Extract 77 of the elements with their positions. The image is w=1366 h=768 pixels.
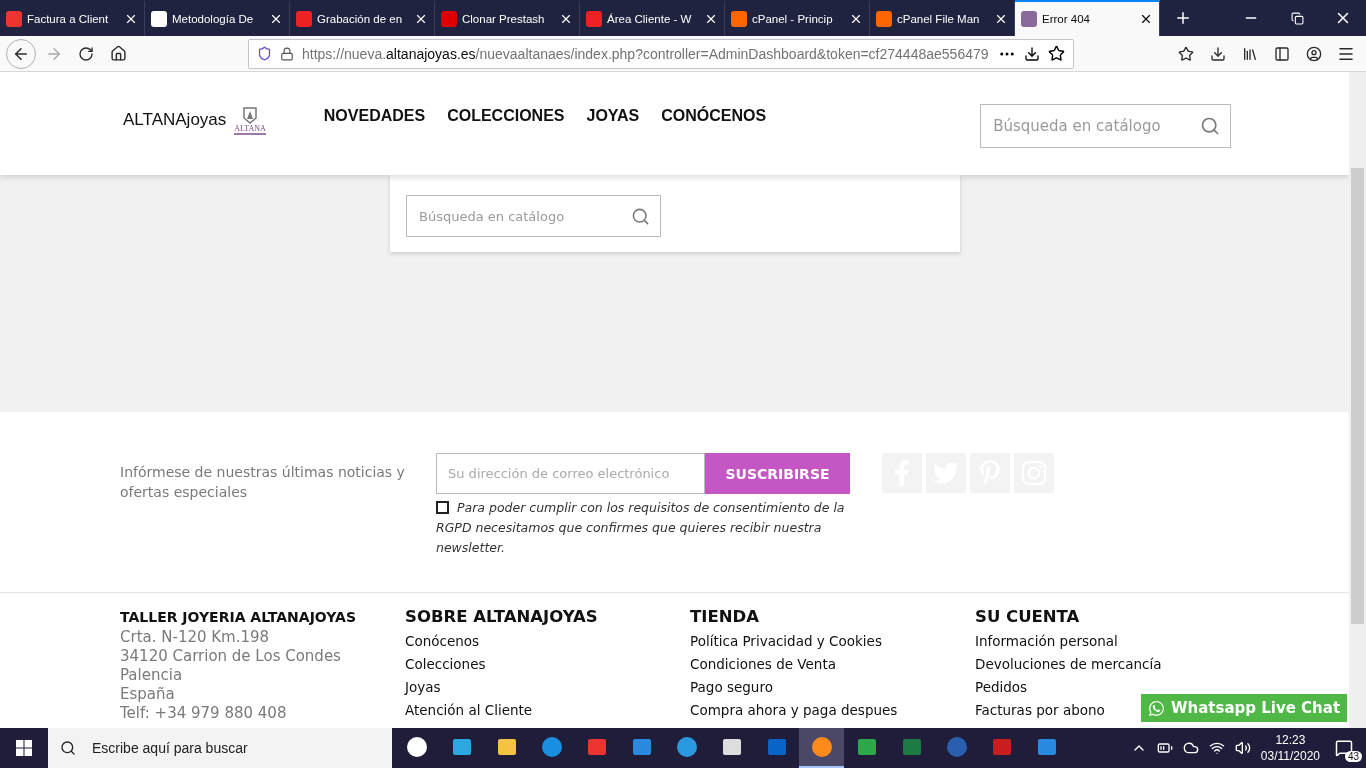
logo-mark-text: ALTANA bbox=[234, 124, 266, 135]
close-icon[interactable] bbox=[559, 12, 573, 26]
footer-heading: SU CUENTA bbox=[975, 607, 1080, 626]
favicon-icon bbox=[441, 11, 457, 27]
favicon-icon bbox=[876, 11, 892, 27]
address-line: Telf: +34 979 880 408 bbox=[120, 704, 287, 723]
search-icon bbox=[60, 740, 76, 756]
scrollbar[interactable] bbox=[1349, 72, 1366, 728]
nav-link[interactable]: JOYAS bbox=[586, 107, 640, 125]
shield-icon bbox=[257, 46, 272, 61]
sidebar-icon[interactable] bbox=[1274, 45, 1290, 62]
crest-icon bbox=[242, 104, 259, 124]
email-field[interactable]: Su dirección de correo electrónico bbox=[436, 453, 705, 494]
close-icon[interactable] bbox=[704, 12, 718, 26]
subscribe-button[interactable]: SUSCRIBIRSE bbox=[705, 453, 850, 494]
address-line: Crta. N-120 Km.198 bbox=[120, 628, 270, 647]
favicon-icon bbox=[6, 11, 22, 27]
address-line: Palencia bbox=[120, 666, 183, 685]
browser-tab[interactable]: Error 404 bbox=[1015, 0, 1160, 36]
footer-link[interactable]: Compra ahora y paga despues bbox=[690, 699, 898, 722]
footer-heading: TALLER JOYERIA ALTANAJOYAS bbox=[120, 609, 356, 625]
windows-icon[interactable] bbox=[16, 740, 32, 756]
favicon-icon bbox=[586, 11, 602, 27]
checkbox[interactable] bbox=[436, 501, 449, 514]
wifi-icon[interactable] bbox=[1208, 740, 1225, 756]
search-icon[interactable] bbox=[631, 206, 650, 226]
account-icon[interactable] bbox=[1306, 45, 1322, 62]
footer-link[interactable]: Atención al Cliente bbox=[405, 699, 533, 722]
download-icon[interactable] bbox=[1210, 45, 1226, 62]
notification-count: 43 bbox=[1344, 751, 1362, 762]
library-icon[interactable] bbox=[1242, 45, 1258, 62]
close-icon[interactable] bbox=[124, 12, 138, 26]
footer-heading: TIENDA bbox=[690, 607, 759, 626]
consent-text: Para poder cumplir con los requisitos de consentimiento de la RGPD necesitamos que confirmes que quieres recibir nuestra newsletter. bbox=[436, 499, 846, 557]
star-icon[interactable] bbox=[1178, 45, 1194, 62]
address-line: España bbox=[120, 685, 175, 704]
favicon-icon bbox=[296, 11, 312, 27]
footer-link[interactable]: Joyas bbox=[405, 676, 441, 699]
address-field[interactable]: https://nueva.altanajoyas.es/nuevaaltanaes/index.php?controller=AdminDashboard&token=cf274448ae556479 bbox=[248, 38, 1074, 69]
footer-link[interactable]: Condiciones de Venta bbox=[690, 653, 836, 676]
footer-link[interactable]: Facturas por abono bbox=[975, 699, 1105, 722]
footer-heading: SOBRE ALTANAJOYAS bbox=[405, 607, 598, 626]
favicon-icon bbox=[1021, 11, 1037, 27]
newsletter-text: Infórmese de nuestras últimas noticias y ofertas especiales bbox=[120, 463, 406, 502]
reload-icon[interactable] bbox=[78, 45, 94, 62]
battery-icon[interactable] bbox=[1156, 740, 1173, 756]
close-icon[interactable] bbox=[414, 12, 428, 26]
search-field[interactable]: Búsqueda en catálogo bbox=[406, 195, 661, 237]
search-field[interactable]: Búsqueda en catálogo bbox=[980, 104, 1232, 148]
clock[interactable]: 12:23 03/11/2020 bbox=[1260, 732, 1320, 764]
whatsapp-icon bbox=[1147, 699, 1165, 717]
close-icon[interactable] bbox=[849, 12, 863, 26]
close-icon[interactable] bbox=[1139, 12, 1153, 26]
address-line: 34120 Carrion de Los Condes bbox=[120, 647, 341, 666]
nav-link[interactable]: CONÓCENOS bbox=[661, 107, 767, 125]
nav-link[interactable]: NOVEDADES bbox=[323, 107, 426, 125]
footer-link[interactable]: Devoluciones de mercancía bbox=[975, 653, 1162, 676]
logo-text[interactable]: ALTANAjoyas bbox=[123, 109, 227, 130]
home-icon[interactable] bbox=[109, 45, 127, 62]
close-icon[interactable] bbox=[994, 12, 1008, 26]
favicon-icon bbox=[731, 11, 747, 27]
favicon-icon bbox=[151, 11, 167, 27]
lock-icon bbox=[280, 46, 294, 61]
nav-link[interactable]: COLECCIONES bbox=[447, 107, 565, 125]
close-icon[interactable] bbox=[269, 12, 283, 26]
star-icon[interactable] bbox=[1048, 45, 1065, 62]
footer-link[interactable]: Información personal bbox=[975, 630, 1118, 653]
volume-icon[interactable] bbox=[1234, 740, 1251, 756]
footer-link[interactable]: Política Privacidad y Cookies bbox=[690, 630, 882, 653]
cloud-icon[interactable] bbox=[1182, 740, 1199, 756]
new-tab-icon[interactable] bbox=[1174, 9, 1192, 27]
restore-icon[interactable] bbox=[1290, 11, 1304, 25]
search-icon[interactable] bbox=[1200, 116, 1221, 136]
footer-link[interactable]: Colecciones bbox=[405, 653, 486, 676]
footer-link[interactable]: Pedidos bbox=[975, 676, 1028, 699]
footer-link[interactable]: Pago seguro bbox=[690, 676, 773, 699]
footer-link[interactable]: Conócenos bbox=[405, 630, 480, 653]
